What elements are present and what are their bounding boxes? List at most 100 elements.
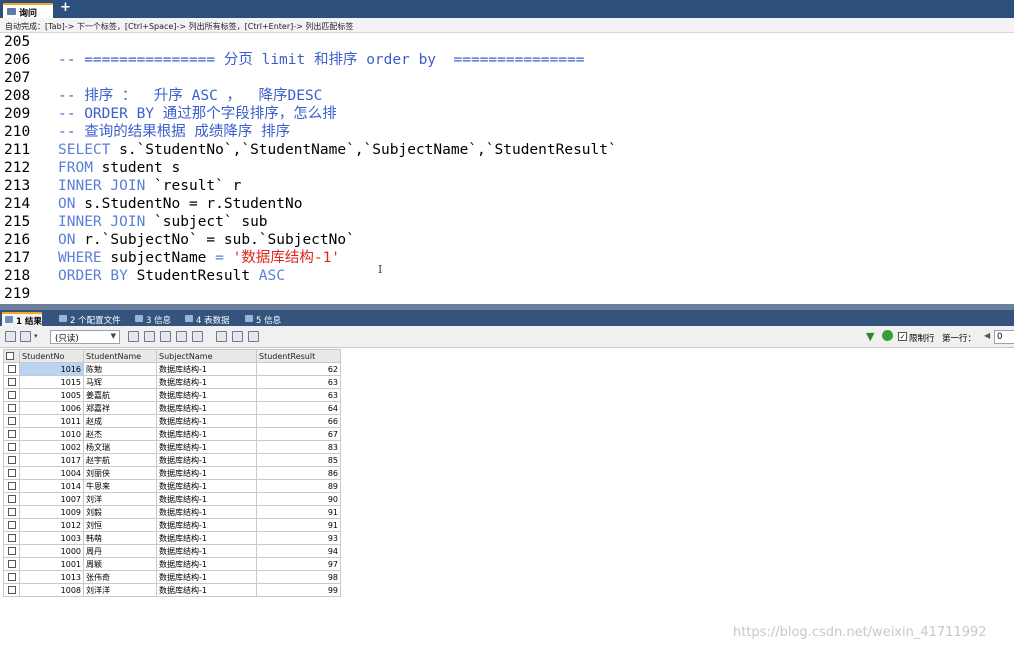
row-checkbox[interactable] (7, 573, 16, 581)
student-result-cell[interactable]: 67 (256, 427, 341, 441)
student-name-cell[interactable]: 牛恩来 (83, 479, 157, 493)
table-row[interactable]: 1008 刘洋洋 数据库结构-1 99 (3, 583, 341, 597)
row-select-cell[interactable] (3, 375, 20, 389)
row-checkbox[interactable] (7, 560, 16, 568)
student-name-cell[interactable]: 周颖 (83, 557, 157, 571)
student-result-cell[interactable]: 63 (256, 375, 341, 389)
student-no-cell[interactable]: 1002 (19, 440, 84, 454)
student-name-cell[interactable]: 刘丽侠 (83, 466, 157, 480)
subject-name-cell[interactable]: 数据库结构-1 (156, 362, 257, 376)
column-header[interactable]: StudentName (83, 349, 157, 363)
table-row[interactable]: 1014 牛恩来 数据库结构-1 89 (3, 479, 341, 493)
subject-name-cell[interactable]: 数据库结构-1 (156, 479, 257, 493)
student-result-cell[interactable]: 89 (256, 479, 341, 493)
subject-name-cell[interactable]: 数据库结构-1 (156, 375, 257, 389)
result-tab-1[interactable]: 1 结果 (2, 312, 42, 327)
table-row[interactable]: 1016 陈勉 数据库结构-1 62 (3, 362, 341, 376)
subject-name-cell[interactable]: 数据库结构-1 (156, 492, 257, 506)
student-result-cell[interactable]: 63 (256, 388, 341, 402)
filter-icon[interactable]: ▼ (866, 330, 874, 343)
insert-row-icon[interactable] (128, 331, 139, 342)
student-name-cell[interactable]: 刘洋洋 (83, 583, 157, 597)
table-row[interactable]: 1017 赵宇航 数据库结构-1 85 (3, 453, 341, 467)
row-select-cell[interactable] (3, 440, 20, 454)
subject-name-cell[interactable]: 数据库结构-1 (156, 388, 257, 402)
student-result-cell[interactable]: 97 (256, 557, 341, 571)
student-no-cell[interactable]: 1016 (19, 362, 84, 376)
student-name-cell[interactable]: 陈勉 (83, 362, 157, 376)
query-tab[interactable]: 询问 (3, 3, 53, 19)
row-checkbox[interactable] (7, 495, 16, 503)
column-header[interactable]: StudentNo (19, 349, 84, 363)
grid-mode-icon[interactable] (216, 331, 227, 342)
student-no-cell[interactable]: 1009 (19, 505, 84, 519)
subject-name-cell[interactable]: 数据库结构-1 (156, 557, 257, 571)
row-select-cell[interactable] (3, 492, 20, 506)
limit-rows-checkbox[interactable]: ✓ (898, 332, 907, 341)
row-checkbox[interactable] (7, 378, 16, 386)
subject-name-cell[interactable]: 数据库结构-1 (156, 414, 257, 428)
column-header[interactable]: StudentResult (256, 349, 341, 363)
row-checkbox[interactable] (7, 443, 16, 451)
duplicate-row-icon[interactable] (144, 331, 155, 342)
row-select-cell[interactable] (3, 453, 20, 467)
subject-name-cell[interactable]: 数据库结构-1 (156, 401, 257, 415)
student-name-cell[interactable]: 赵宇航 (83, 453, 157, 467)
row-checkbox[interactable] (7, 391, 16, 399)
student-name-cell[interactable]: 姜嘉航 (83, 388, 157, 402)
subject-name-cell[interactable]: 数据库结构-1 (156, 531, 257, 545)
refresh-icon[interactable] (882, 330, 893, 341)
form-mode-icon[interactable] (232, 331, 243, 342)
table-row[interactable]: 1000 周丹 数据库结构-1 94 (3, 544, 341, 558)
row-checkbox[interactable] (7, 508, 16, 516)
table-row[interactable]: 1010 赵杰 数据库结构-1 67 (3, 427, 341, 441)
cancel-icon[interactable] (192, 331, 203, 342)
first-row-input[interactable]: 0 (994, 330, 1014, 344)
select-all-cell[interactable] (3, 349, 20, 363)
subject-name-cell[interactable]: 数据库结构-1 (156, 427, 257, 441)
result-tab-4[interactable]: 4 表数据 (182, 312, 230, 326)
student-result-cell[interactable]: 62 (256, 362, 341, 376)
student-result-cell[interactable]: 86 (256, 466, 341, 480)
subject-name-cell[interactable]: 数据库结构-1 (156, 570, 257, 584)
student-name-cell[interactable]: 赵成 (83, 414, 157, 428)
row-checkbox[interactable] (7, 430, 16, 438)
chevron-down-icon[interactable]: ▾ (34, 332, 42, 343)
student-no-cell[interactable]: 1004 (19, 466, 84, 480)
row-select-cell[interactable] (3, 570, 20, 584)
student-no-cell[interactable]: 1013 (19, 570, 84, 584)
table-row[interactable]: 1011 赵成 数据库结构-1 66 (3, 414, 341, 428)
student-no-cell[interactable]: 1010 (19, 427, 84, 441)
page-prev-icon[interactable]: ◀ (984, 331, 990, 340)
row-select-cell[interactable] (3, 414, 20, 428)
subject-name-cell[interactable]: 数据库结构-1 (156, 453, 257, 467)
student-result-cell[interactable]: 83 (256, 440, 341, 454)
row-select-cell[interactable] (3, 557, 20, 571)
student-name-cell[interactable]: 韩萌 (83, 531, 157, 545)
student-name-cell[interactable]: 赵杰 (83, 427, 157, 441)
student-result-cell[interactable]: 66 (256, 414, 341, 428)
student-no-cell[interactable]: 1011 (19, 414, 84, 428)
student-result-cell[interactable]: 90 (256, 492, 341, 506)
result-tab-3[interactable]: 3 信息 (132, 312, 171, 326)
select-all-checkbox[interactable] (6, 352, 14, 360)
result-tab-5[interactable]: 5 信息 (242, 312, 281, 326)
text-mode-icon[interactable] (248, 331, 259, 342)
delete-icon[interactable] (176, 331, 187, 342)
student-result-cell[interactable]: 99 (256, 583, 341, 597)
row-select-cell[interactable] (3, 479, 20, 493)
row-checkbox[interactable] (7, 521, 16, 529)
row-select-cell[interactable] (3, 531, 20, 545)
row-select-cell[interactable] (3, 388, 20, 402)
column-header[interactable]: SubjectName (156, 349, 257, 363)
student-name-cell[interactable]: 杨文瑞 (83, 440, 157, 454)
row-checkbox[interactable] (7, 547, 16, 555)
student-result-cell[interactable]: 64 (256, 401, 341, 415)
subject-name-cell[interactable]: 数据库结构-1 (156, 544, 257, 558)
row-checkbox[interactable] (7, 365, 16, 373)
student-result-cell[interactable]: 98 (256, 570, 341, 584)
row-select-cell[interactable] (3, 583, 20, 597)
row-checkbox[interactable] (7, 482, 16, 490)
student-no-cell[interactable]: 1008 (19, 583, 84, 597)
student-no-cell[interactable]: 1006 (19, 401, 84, 415)
